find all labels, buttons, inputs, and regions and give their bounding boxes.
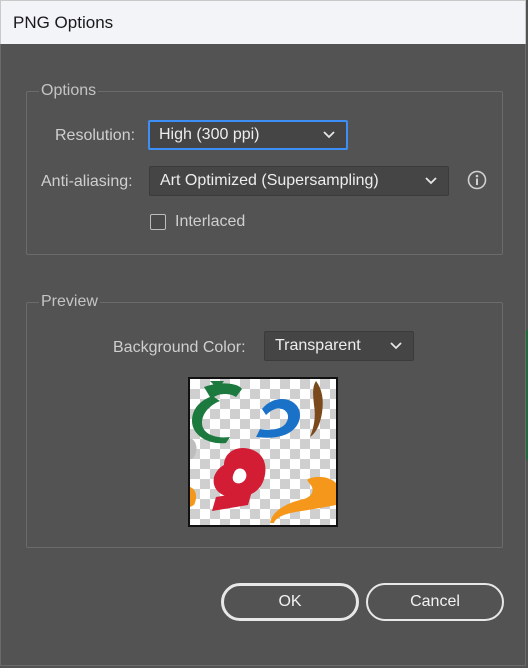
chevron-down-icon (389, 332, 403, 360)
window-title: PNG Options (13, 13, 114, 32)
ok-button-label: OK (278, 593, 302, 610)
anti-aliasing-label: Anti-aliasing: (41, 173, 133, 190)
chevron-down-icon (424, 167, 438, 195)
resolution-select[interactable]: High (300 ppi) (148, 120, 348, 150)
chevron-down-icon (322, 122, 336, 148)
anti-aliasing-value: Art Optimized (Supersampling) (160, 172, 379, 189)
arabic-letters-artwork (190, 381, 336, 523)
resolution-label: Resolution: (55, 127, 136, 144)
background-color-value: Transparent (275, 337, 361, 354)
cancel-button[interactable]: Cancel (366, 583, 504, 621)
background-color-label: Background Color: (113, 339, 246, 356)
cancel-button-label: Cancel (410, 593, 460, 610)
png-options-dialog: Options Resolution: High (300 ppi) Anti-… (0, 44, 526, 666)
info-icon[interactable] (467, 170, 487, 190)
preview-group-title: Preview (39, 293, 100, 311)
anti-aliasing-select[interactable]: Art Optimized (Supersampling) (149, 166, 449, 196)
interlaced-checkbox[interactable] (150, 214, 166, 230)
interlaced-label[interactable]: Interlaced (175, 213, 245, 231)
ok-button[interactable]: OK (221, 583, 359, 621)
background-color-select[interactable]: Transparent (264, 331, 414, 361)
resolution-value: High (300 ppi) (159, 126, 260, 143)
preview-image (188, 377, 338, 527)
options-group-title: Options (39, 82, 99, 100)
title-bar: PNG Options (0, 0, 526, 44)
